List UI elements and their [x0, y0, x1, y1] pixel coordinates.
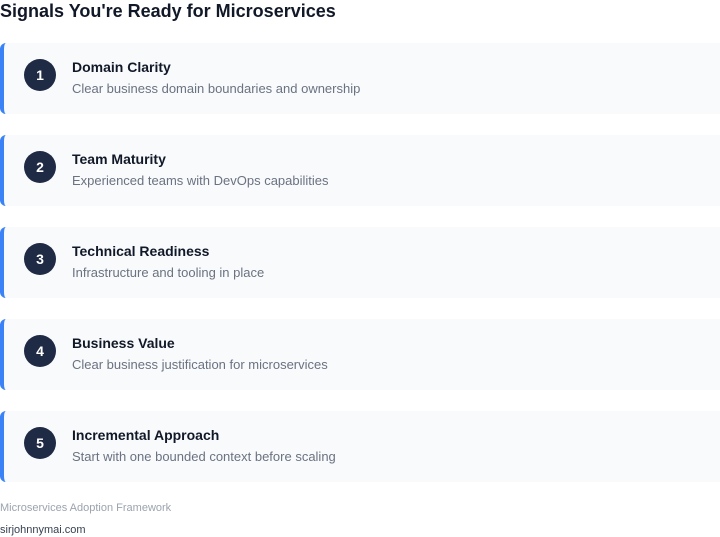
signal-title: Domain Clarity	[72, 59, 171, 75]
signal-number-badge: 3	[24, 243, 56, 275]
signal-card-team-maturity: 2 Team Maturity Experienced teams with D…	[0, 135, 720, 206]
signal-card-domain-clarity: 1 Domain Clarity Clear business domain b…	[0, 43, 720, 114]
signal-description: Infrastructure and tooling in place	[72, 265, 265, 280]
page-title: Signals You're Ready for Microservices	[0, 1, 336, 21]
signal-list: 1 Domain Clarity Clear business domain b…	[0, 43, 720, 503]
footer-url: sirjohnnymai.com	[0, 524, 86, 536]
signal-number-badge: 4	[24, 335, 56, 367]
signal-card-business-value: 4 Business Value Clear business justific…	[0, 319, 720, 390]
signal-number-badge: 2	[24, 151, 56, 183]
signal-number-badge: 1	[24, 59, 56, 91]
signal-description: Clear business domain boundaries and own…	[72, 81, 361, 96]
signal-title: Technical Readiness	[72, 243, 210, 259]
footer-caption: Microservices Adoption Framework	[0, 502, 172, 514]
signal-description: Start with one bounded context before sc…	[72, 449, 336, 464]
signal-card-technical-readiness: 3 Technical Readiness Infrastructure and…	[0, 227, 720, 298]
signal-title: Team Maturity	[72, 151, 166, 167]
signal-description: Experienced teams with DevOps capabiliti…	[72, 173, 329, 188]
signal-number-badge: 5	[24, 427, 56, 459]
signal-title: Incremental Approach	[72, 427, 220, 443]
signal-description: Clear business justification for microse…	[72, 357, 328, 372]
signal-title: Business Value	[72, 335, 175, 351]
signal-card-incremental-approach: 5 Incremental Approach Start with one bo…	[0, 411, 720, 482]
